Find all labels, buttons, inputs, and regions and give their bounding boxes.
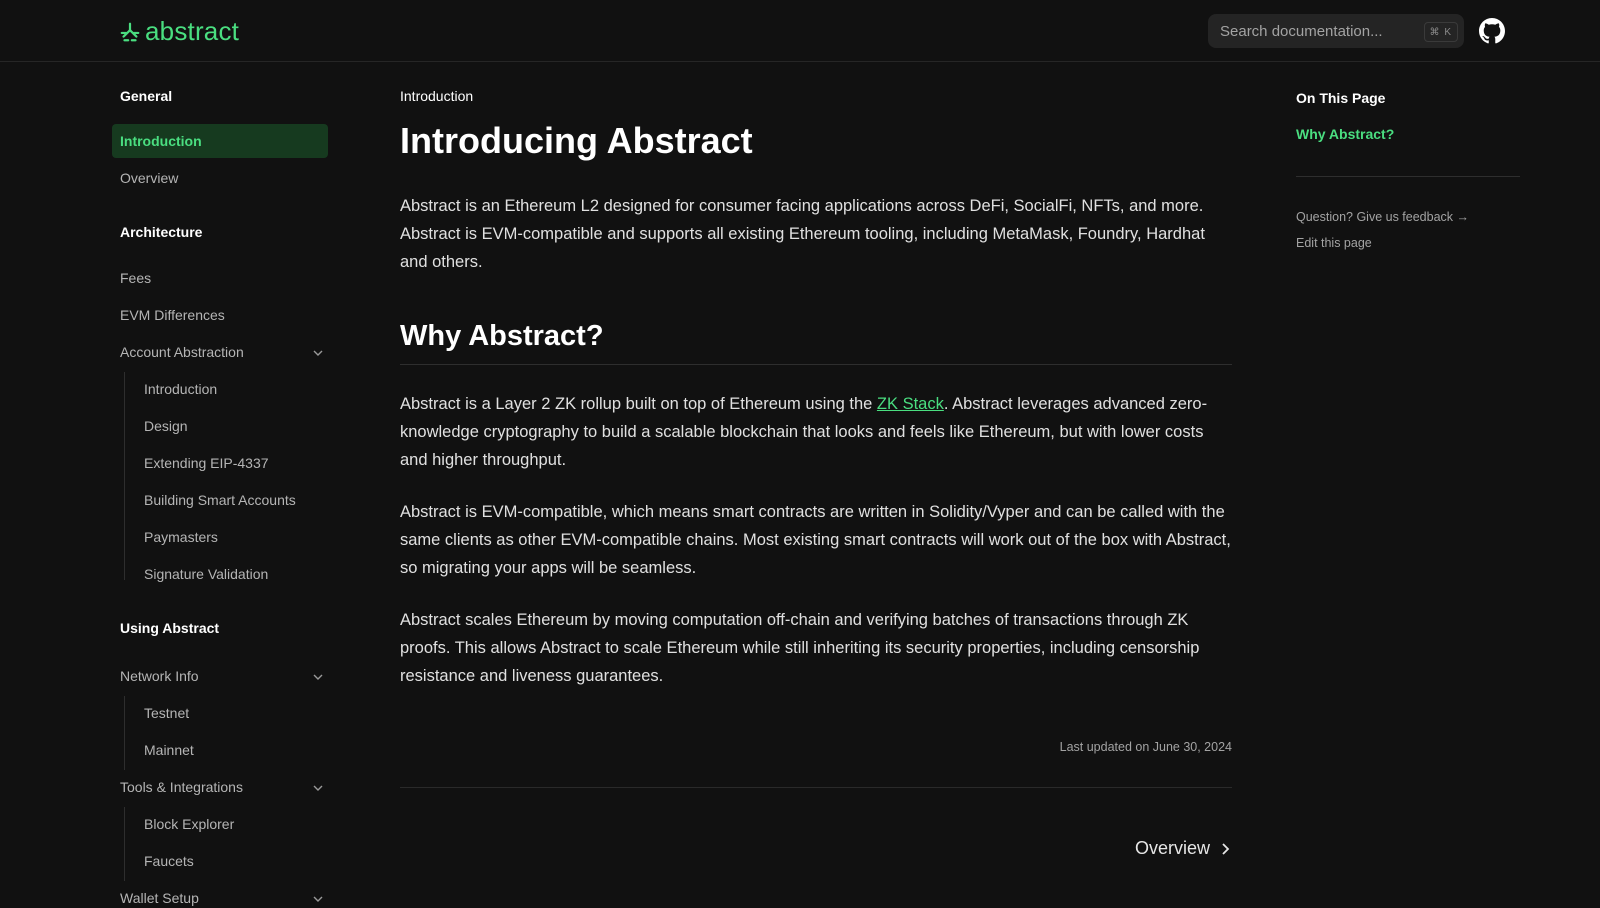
paragraph-text: Abstract is a Layer 2 ZK rollup built on…	[400, 395, 877, 413]
search-shortcut: ⌘ K	[1423, 22, 1458, 42]
toc-title: On This Page	[1296, 90, 1386, 106]
search-input[interactable]: Search documentation... ⌘ K	[1208, 14, 1464, 48]
toc-divider	[1296, 176, 1520, 177]
sidebar-item-testnet[interactable]: Testnet	[144, 703, 189, 723]
subnav-guide-line	[124, 807, 125, 881]
last-updated: Last updated on June 30, 2024	[1059, 740, 1232, 754]
feedback-link[interactable]: Question? Give us feedback →	[1296, 210, 1469, 224]
sidebar-group-using-abstract: Using Abstract	[120, 620, 220, 636]
sidebar-item-extending-eip-4337[interactable]: Extending EIP-4337	[144, 453, 269, 473]
zk-stack-link[interactable]: ZK Stack	[877, 395, 944, 413]
paragraph-evm-compatible: Abstract is EVM-compatible, which means …	[400, 503, 1231, 577]
footer-divider	[400, 787, 1232, 788]
sidebar-item-overview[interactable]: Overview	[120, 168, 328, 188]
github-icon[interactable]	[1479, 18, 1505, 44]
search-placeholder: Search documentation...	[1220, 22, 1383, 40]
sidebar-item-wallet-setup[interactable]: Wallet Setup	[120, 888, 328, 908]
chevron-down-icon[interactable]	[312, 782, 324, 794]
sidebar-group-general: General	[120, 88, 173, 104]
next-page-label: Overview	[1134, 838, 1210, 858]
next-page-button[interactable]: Overview	[1135, 838, 1232, 859]
chevron-down-icon[interactable]	[312, 893, 324, 905]
edit-page-link[interactable]: Edit this page	[1296, 236, 1372, 250]
logo-text: abstract	[145, 16, 240, 46]
intro-paragraph: Abstract is an Ethereum L2 designed for …	[400, 197, 1205, 271]
breadcrumb[interactable]: Introduction	[400, 88, 473, 104]
sidebar-item-paymasters[interactable]: Paymasters	[144, 527, 218, 547]
abstract-logo-icon	[120, 22, 140, 41]
sidebar-item-introduction[interactable]: Introduction	[112, 124, 328, 158]
subnav-guide-line	[124, 696, 125, 770]
logo[interactable]: abstract	[119, 16, 239, 47]
chevron-down-icon[interactable]	[312, 347, 324, 359]
sidebar-item-tools-integrations[interactable]: Tools & Integrations	[120, 777, 328, 797]
toc-item-why-abstract[interactable]: Why Abstract?	[1296, 126, 1394, 142]
sidebar-item-account-abstraction[interactable]: Account Abstraction	[120, 342, 328, 362]
paragraph-zk-rollup: Abstract is a Layer 2 ZK rollup built on…	[400, 390, 1232, 474]
sidebar-item-faucets[interactable]: Faucets	[144, 851, 194, 871]
subnav-guide-line	[124, 372, 125, 580]
page-title: Introducing Abstract	[400, 120, 753, 161]
sidebar-item-fees[interactable]: Fees	[120, 268, 328, 288]
sidebar-group-architecture: Architecture	[120, 224, 203, 240]
paragraph-scaling: Abstract scales Ethereum by moving compu…	[400, 611, 1200, 685]
sidebar-item-mainnet[interactable]: Mainnet	[144, 740, 194, 760]
sidebar-item-aa-introduction[interactable]: Introduction	[144, 379, 217, 399]
sidebar-item-signature-validation[interactable]: Signature Validation	[144, 564, 268, 584]
sidebar-item-aa-design[interactable]: Design	[144, 416, 188, 436]
chevron-right-icon	[1222, 842, 1230, 855]
sidebar-item-network-info[interactable]: Network Info	[120, 666, 328, 686]
section-heading-why-abstract: Why Abstract?	[400, 320, 604, 352]
sidebar-item-evm-differences[interactable]: EVM Differences	[120, 305, 328, 325]
heading-divider	[400, 364, 1232, 365]
chevron-down-icon[interactable]	[312, 671, 324, 683]
sidebar-item-building-smart-accounts[interactable]: Building Smart Accounts	[144, 490, 296, 510]
sidebar-item-block-explorer[interactable]: Block Explorer	[144, 814, 234, 834]
top-bar: abstract Search documentation... ⌘ K	[0, 0, 1600, 62]
